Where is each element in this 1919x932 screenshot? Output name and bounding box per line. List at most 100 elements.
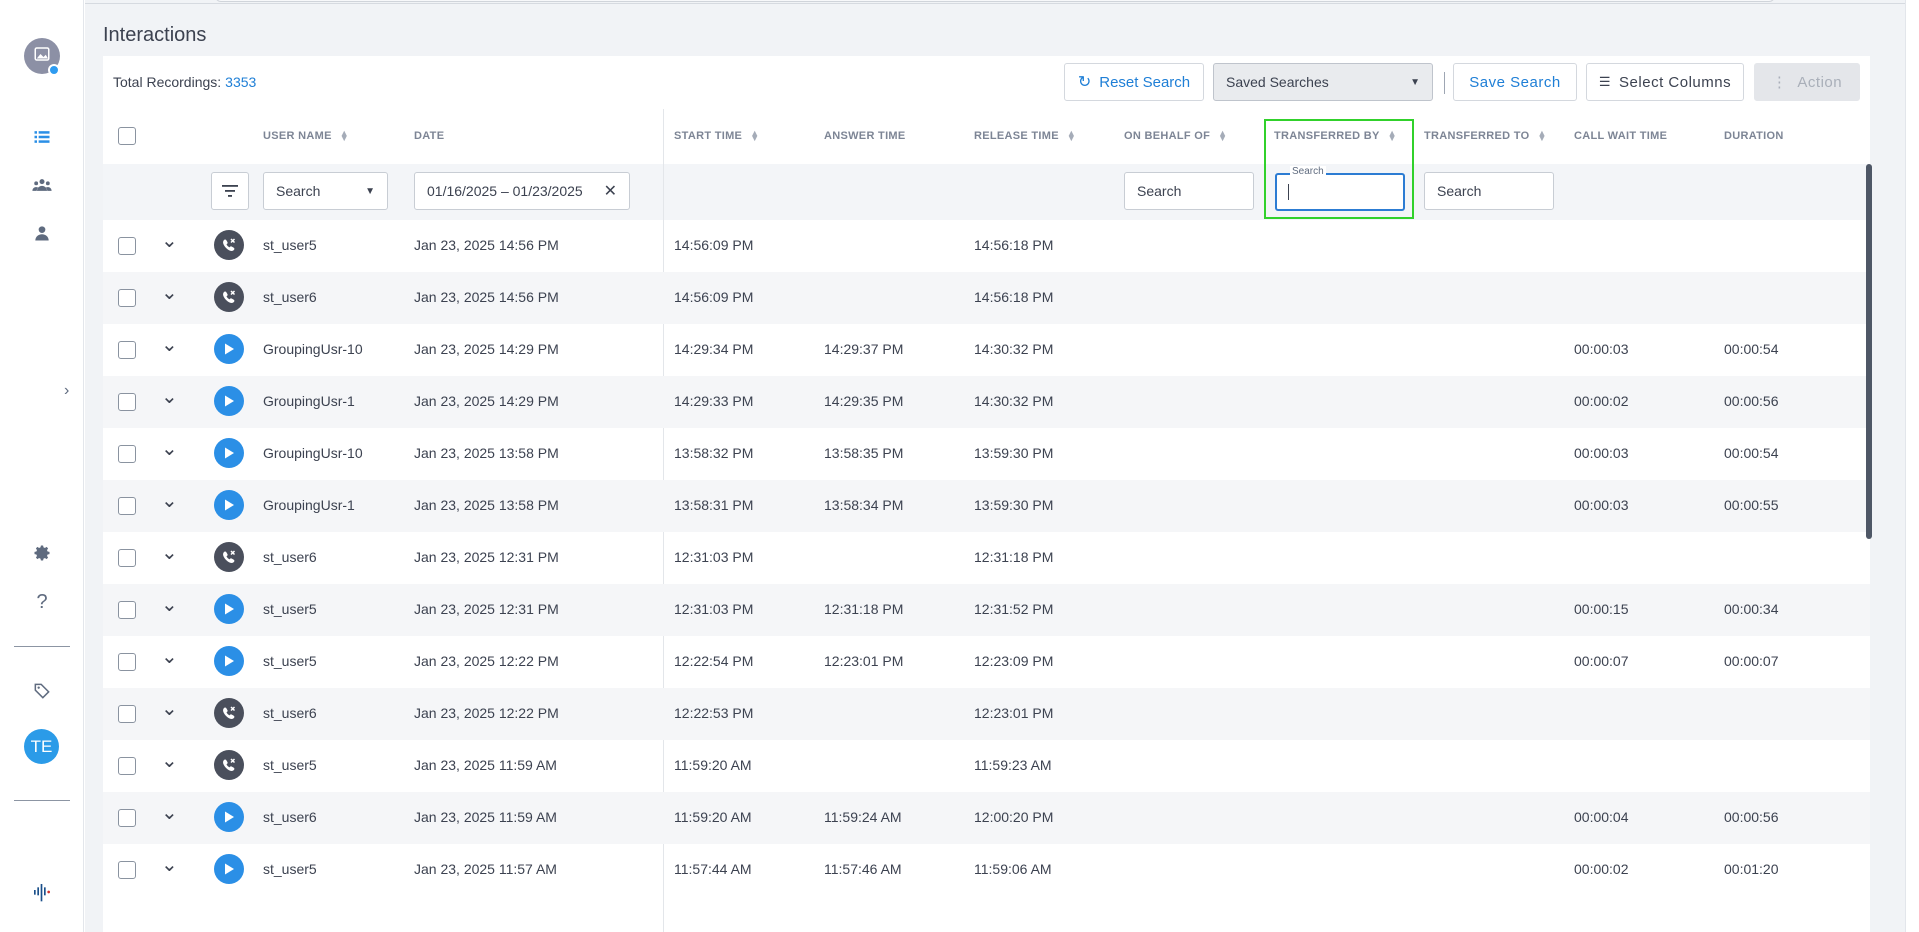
expand-row-icon[interactable]: ⌄ — [161, 228, 178, 253]
column-header-user-name[interactable]: USER NAME ▲ ▼ — [263, 129, 349, 143]
table-row[interactable]: ⌄ st_user6 Jan 23, 2025 12:22 PM 12:22:53 P… — [103, 688, 1870, 740]
cell-call-wait-time: 00:00:02 — [1574, 861, 1629, 877]
expand-row-icon[interactable]: ⌄ — [161, 488, 178, 513]
row-checkbox[interactable] — [118, 289, 136, 307]
expand-row-icon[interactable]: ⌄ — [161, 384, 178, 409]
row-checkbox[interactable] — [118, 549, 136, 567]
cell-release-time: 12:31:52 PM — [974, 601, 1054, 617]
play-icon[interactable] — [214, 854, 244, 884]
cell-start-time: 14:29:33 PM — [674, 393, 754, 409]
filter-icon[interactable] — [211, 172, 249, 210]
user-name-filter-select[interactable]: Search ▼ — [263, 172, 388, 210]
action-button[interactable]: ⋮ Action — [1754, 63, 1860, 101]
gear-icon[interactable] — [22, 533, 62, 573]
org-avatar[interactable] — [24, 38, 60, 76]
on-behalf-of-placeholder: Search — [1137, 183, 1182, 199]
row-checkbox[interactable] — [118, 445, 136, 463]
expand-sidebar-icon[interactable]: › — [64, 382, 69, 400]
vertical-scrollbar-thumb[interactable] — [1866, 164, 1872, 539]
left-sidebar: › ? TE — [0, 0, 84, 932]
expand-row-icon[interactable]: ⌄ — [161, 800, 178, 825]
group-icon[interactable] — [22, 165, 62, 205]
play-icon[interactable] — [214, 438, 244, 468]
reset-icon: ↻ — [1077, 74, 1092, 91]
play-icon[interactable] — [214, 646, 244, 676]
play-icon[interactable] — [214, 490, 244, 520]
clear-icon[interactable]: ✕ — [604, 181, 617, 201]
row-checkbox[interactable] — [118, 341, 136, 359]
column-header-transferred-to[interactable]: TRANSFERRED TO ▲ ▼ — [1424, 129, 1547, 143]
saved-searches-label: Saved Searches — [1226, 74, 1329, 90]
row-checkbox[interactable] — [118, 809, 136, 827]
row-checkbox[interactable] — [118, 601, 136, 619]
cell-answer-time: 12:23:01 PM — [824, 653, 904, 669]
row-checkbox[interactable] — [118, 861, 136, 879]
cell-user-name: GroupingUsr-10 — [263, 341, 363, 357]
expand-row-icon[interactable]: ⌄ — [161, 644, 178, 669]
date-range-filter[interactable]: 01/16/2025 – 01/23/2025 ✕ — [414, 172, 630, 210]
cell-duration: 00:00:54 — [1724, 341, 1779, 357]
play-icon[interactable] — [214, 802, 244, 832]
select-columns-button[interactable]: ☰ Select Columns — [1586, 63, 1744, 101]
expand-row-icon[interactable]: ⌄ — [161, 852, 178, 877]
save-search-button[interactable]: Save Search — [1453, 63, 1577, 101]
missed-call-icon[interactable] — [214, 698, 244, 728]
table-row[interactable]: ⌄ st_user5 Jan 23, 2025 14:56 PM 14:56:09 P… — [103, 220, 1870, 272]
column-header-start-time[interactable]: START TIME ▲ ▼ — [674, 129, 759, 143]
table-row[interactable]: ⌄ st_user5 Jan 23, 2025 12:31 PM 12:31:03 P… — [103, 584, 1870, 636]
missed-call-icon[interactable] — [214, 282, 244, 312]
play-icon[interactable] — [214, 334, 244, 364]
missed-call-icon[interactable] — [214, 542, 244, 572]
column-header-on-behalf-of[interactable]: ON BEHALF OF ▲ ▼ — [1124, 128, 1228, 144]
saved-searches-dropdown[interactable]: Saved Searches ▼ — [1213, 63, 1433, 101]
missed-call-icon[interactable] — [214, 230, 244, 260]
play-icon[interactable] — [214, 386, 244, 416]
table-row[interactable]: ⌄ st_user5 Jan 23, 2025 11:57 AM 11:57:44 A… — [103, 844, 1870, 896]
table-row[interactable]: ⌄ GroupingUsr-1 Jan 23, 2025 14:29 PM 14:29… — [103, 376, 1870, 428]
on-behalf-of-search-input[interactable]: Search — [1124, 172, 1254, 210]
table-row[interactable]: ⌄ st_user6 Jan 23, 2025 11:59 AM 11:59:20 A… — [103, 792, 1870, 844]
transferred-to-search-input[interactable]: Search — [1424, 172, 1554, 210]
select-columns-label: Select Columns — [1619, 73, 1732, 91]
column-header-answer-time: ANSWER TIME — [824, 130, 906, 142]
table-row[interactable]: ⌄ GroupingUsr-10 Jan 23, 2025 13:58 PM 13:5… — [103, 428, 1870, 480]
select-all-checkbox[interactable] — [118, 127, 136, 145]
row-checkbox[interactable] — [118, 393, 136, 411]
table-row[interactable]: ⌄ st_user5 Jan 23, 2025 11:59 AM 11:59:20 A… — [103, 740, 1870, 792]
sort-icon: ▲ ▼ — [1218, 128, 1228, 144]
user-name-filter-value: Search — [276, 183, 321, 199]
table-row[interactable]: ⌄ GroupingUsr-10 Jan 23, 2025 14:29 PM 14:2… — [103, 324, 1870, 376]
expand-row-icon[interactable]: ⌄ — [161, 332, 178, 357]
columns-icon: ☰ — [1598, 74, 1612, 89]
reset-search-label: Reset Search — [1099, 73, 1191, 91]
reset-search-button[interactable]: ↻ Reset Search — [1064, 63, 1204, 101]
help-icon[interactable]: ? — [22, 582, 62, 622]
row-checkbox[interactable] — [118, 653, 136, 671]
expand-row-icon[interactable]: ⌄ — [161, 748, 178, 773]
user-avatar[interactable]: TE — [24, 729, 59, 764]
cell-date: Jan 23, 2025 11:59 AM — [414, 757, 557, 773]
total-recordings-label: Total Recordings: — [113, 74, 222, 90]
row-checkbox[interactable] — [118, 497, 136, 515]
cell-date: Jan 23, 2025 11:57 AM — [414, 861, 557, 877]
tag-icon[interactable] — [22, 671, 62, 711]
list-icon[interactable] — [22, 117, 62, 157]
row-checkbox[interactable] — [118, 757, 136, 775]
expand-row-icon[interactable]: ⌄ — [161, 696, 178, 721]
row-checkbox[interactable] — [118, 237, 136, 255]
row-checkbox[interactable] — [118, 705, 136, 723]
expand-row-icon[interactable]: ⌄ — [161, 280, 178, 305]
expand-row-icon[interactable]: ⌄ — [161, 540, 178, 565]
table-row[interactable]: ⌄ GroupingUsr-1 Jan 23, 2025 13:58 PM 13:58… — [103, 480, 1870, 532]
expand-row-icon[interactable]: ⌄ — [161, 436, 178, 461]
cell-user-name: st_user6 — [263, 809, 317, 825]
table-row[interactable]: ⌄ st_user5 Jan 23, 2025 12:22 PM 12:22:54 P… — [103, 636, 1870, 688]
missed-call-icon[interactable] — [214, 750, 244, 780]
table-row[interactable]: ⌄ st_user6 Jan 23, 2025 14:56 PM 14:56:09 P… — [103, 272, 1870, 324]
transferred-by-search-input[interactable] — [1275, 173, 1405, 211]
play-icon[interactable] — [214, 594, 244, 624]
expand-row-icon[interactable]: ⌄ — [161, 592, 178, 617]
table-row[interactable]: ⌄ st_user6 Jan 23, 2025 12:31 PM 12:31:03 P… — [103, 532, 1870, 584]
column-header-release-time[interactable]: RELEASE TIME ▲ ▼ — [974, 129, 1076, 143]
person-icon[interactable] — [22, 213, 62, 253]
